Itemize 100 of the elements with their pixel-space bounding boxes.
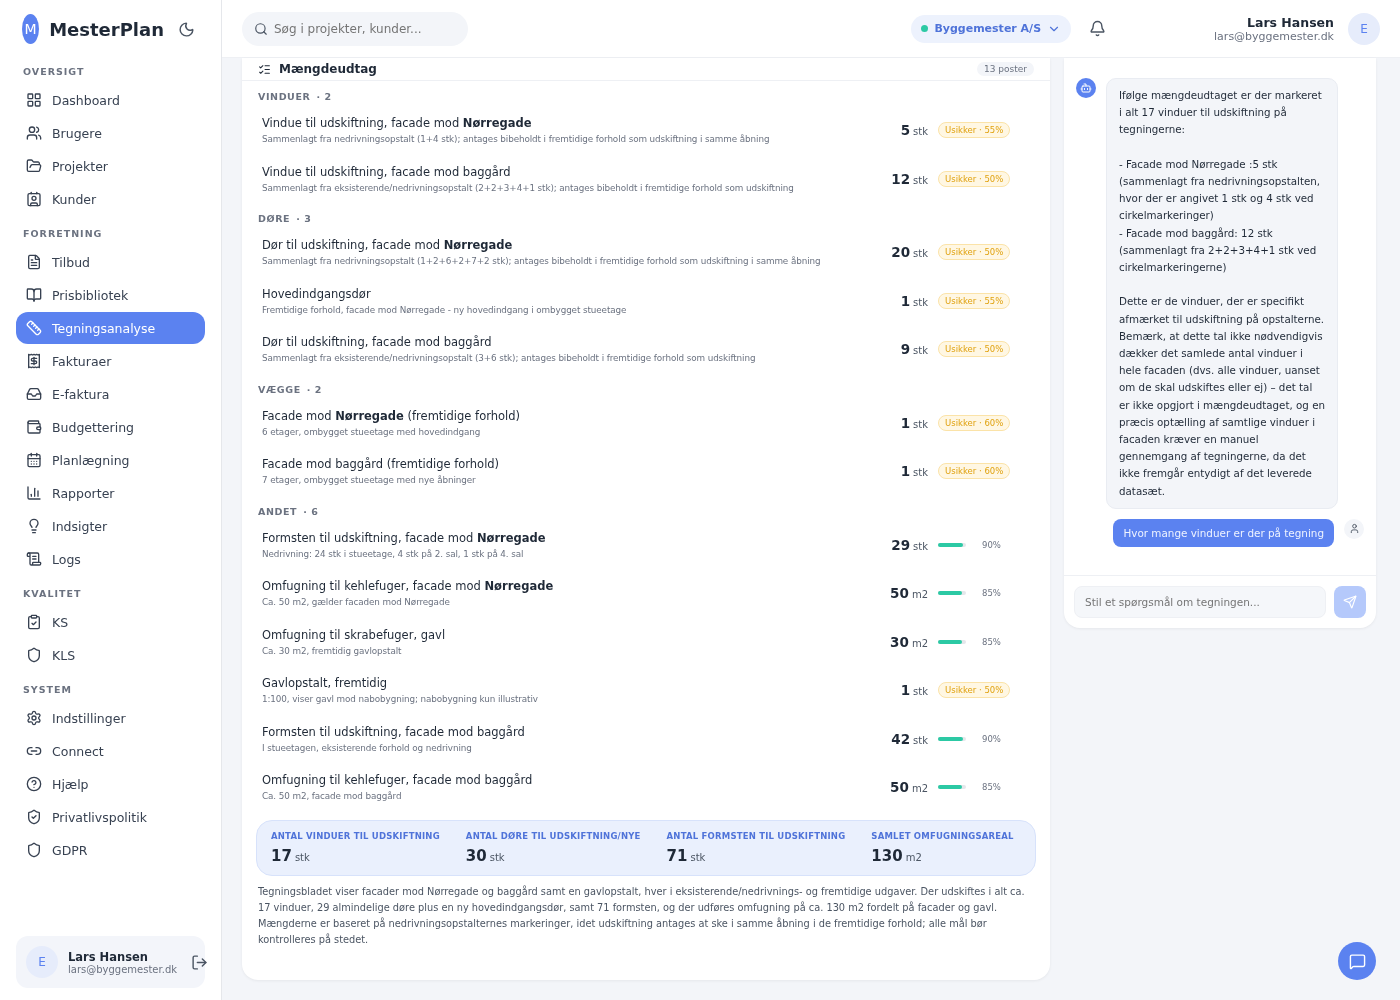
summary-label: ANTAL FORMSTEN TIL UDSKIFTNING <box>666 830 846 841</box>
confidence-percent: 85% <box>982 588 1001 599</box>
user-message: Hvor mange vinduer er der på tegning <box>1113 518 1334 547</box>
shield-icon <box>26 842 42 858</box>
group-count: · 6 <box>303 505 319 517</box>
clipboard-check-icon <box>26 614 42 630</box>
item-note: Ca. 50 m2, facade mod baggård <box>262 791 403 802</box>
item-title: Facade mod baggård (fremtidige forhold) <box>262 457 501 472</box>
nav-item[interactable]: Privatlivspolitik <box>16 801 205 833</box>
quantity: 50 <box>890 779 909 796</box>
send-icon <box>1343 595 1357 609</box>
nav-item[interactable]: Prisbibliotek <box>16 279 205 311</box>
item-title: Vindue til udskiftning, facade mod Nørregade <box>262 116 533 131</box>
quantity: 1 <box>900 463 911 480</box>
brand-name: MesterPlan <box>49 18 164 40</box>
nav-item[interactable]: GDPR <box>16 834 205 866</box>
uncertain-badge: Usikker · 60% <box>938 414 1011 431</box>
receipt-icon <box>26 353 42 369</box>
chat-button[interactable] <box>1338 942 1376 980</box>
nav-item[interactable]: Dashboard <box>16 84 205 116</box>
bot-icon <box>1076 78 1096 98</box>
item-note: Ca. 30 m2, fremtidig gavlopstalt <box>262 645 403 656</box>
group-count: · 2 <box>306 383 323 395</box>
user-icon <box>1344 518 1364 539</box>
nav-item[interactable]: Indsigter <box>16 510 205 542</box>
nav-item[interactable]: Indstillinger <box>16 702 205 734</box>
item-note: Ca. 50 m2, gælder facaden mod Nørregade <box>262 597 451 608</box>
summary-value: 30 <box>465 846 487 865</box>
nav-item[interactable]: Budgettering <box>16 411 205 443</box>
status-dot <box>921 25 929 32</box>
item-title: Formsten til udskiftning, facade mod baggård <box>262 724 526 739</box>
summary-value: 17 <box>271 846 292 865</box>
item-title: Vindue til udskiftning, facade mod baggård <box>262 164 512 179</box>
nav-item[interactable]: Projekter <box>16 150 205 182</box>
summary-value: 130 <box>871 846 903 865</box>
nav-item[interactable]: Tegningsanalyse <box>16 312 205 344</box>
unit: stk <box>913 467 928 479</box>
item-title: Omfugning til kehlefuger, facade mod baggård <box>262 773 534 788</box>
scroll-icon <box>26 551 42 567</box>
item-note: 6 etager, ombygget stueetage med hovedindgang <box>262 426 482 437</box>
section-title: KVALITET <box>22 587 83 601</box>
nav-item[interactable]: Planlægning <box>16 444 205 476</box>
item-note: Sammenlagt fra eksisterende/nedrivningsopstalt (2+2+3+4+1 stk); antages bibeholdt i fremtidige forhold som udskiftning <box>262 182 795 193</box>
unit: stk <box>913 418 928 430</box>
shield-check-icon <box>26 809 42 825</box>
ruler-icon <box>26 320 42 336</box>
nav-item[interactable]: Rapporter <box>16 477 205 509</box>
unit: m2 <box>911 637 928 649</box>
nav-item[interactable]: Brugere <box>16 117 205 149</box>
nav-item[interactable]: E-faktura <box>16 378 205 410</box>
quantity: 12 <box>891 170 911 187</box>
item-title: Facade mod Nørregade (fremtidige forhold) <box>262 408 521 423</box>
quantity: 1 <box>900 682 911 699</box>
avatar: E <box>26 946 58 978</box>
chat-icon <box>1348 952 1366 970</box>
uncertain-badge: Usikker · 50% <box>938 170 1011 187</box>
item-note: Sammenlagt fra nedrivningsopstalt (1+4 stk); antages bibeholdt i fremtidige forhold som udskiftning i samme åbning <box>262 134 771 145</box>
item-note: Fremtidige forhold, facade mod Nørregade - ny hovedindgang i ombygget stueetage <box>262 304 628 315</box>
unit: stk <box>913 126 928 138</box>
quantity: 29 <box>891 536 911 553</box>
wallet-icon <box>26 419 42 435</box>
user-name: Lars Hansen <box>68 949 149 964</box>
unit: stk <box>489 851 505 863</box>
group-title: VÆGGE <box>258 383 301 395</box>
search-field[interactable]: Søg i projekter, kunder... <box>242 11 468 46</box>
unit: stk <box>913 248 928 260</box>
unit: stk <box>913 540 928 552</box>
quantity: 1 <box>900 414 911 431</box>
unit: stk <box>913 686 928 698</box>
quantity: 30 <box>890 633 909 650</box>
nav-item[interactable]: Fakturaer <box>16 345 205 377</box>
nav-item[interactable]: Hjælp <box>16 768 205 800</box>
company-selector[interactable]: Byggemester A/S <box>911 14 1072 43</box>
item-title: Omfugning til kehlefuger, facade mod Nørregade <box>262 579 555 594</box>
nav-item[interactable]: Kunder <box>16 183 205 215</box>
group-title: DØRE <box>258 213 291 224</box>
unit: m2 <box>911 783 928 795</box>
group-count: · 3 <box>296 213 312 224</box>
quantity: 42 <box>891 730 911 747</box>
user-email: lars@byggemester.dk <box>68 963 178 975</box>
item-title: Gavlopstalt, fremtidig <box>262 676 389 691</box>
list-check-icon <box>258 62 271 76</box>
description: Tegningsbladet viser facader mod Nørregade og baggård samt en gavlopstalt, hver i eksisterende/nedrivnings- og fremtidige udgaver. Der udskiftes i alt ca. 17 vinduer, 29 almindelige døre plus en ny hovedindgangsdør, samt 71 formsten, og der udføres omfugning på ca. 130 m2 fordelt på facader og gavl. Mængderne er baseret på nedrivningsopstalternes markeringer, idet udskiftning antages at ske i samme åbning i de fremtidige forhold; alle mål bør kontrolleres på stedet. <box>258 884 1026 947</box>
summary-label: SAMLET OMFUGNINGSAREAL <box>871 830 1014 841</box>
uncertain-badge: Usikker · 50% <box>938 341 1011 358</box>
nav-item[interactable]: KS <box>16 606 205 638</box>
nav-item[interactable]: Tilbud <box>16 246 205 278</box>
uncertain-badge: Usikker · 55% <box>938 122 1011 139</box>
nav-item[interactable]: KLS <box>16 639 205 671</box>
item-note: 1:100, viser gavl mod nabobygning; nabobygning kun illustrativ <box>262 694 539 705</box>
quantity: 5 <box>900 122 911 139</box>
user-name: Lars Hansen <box>1246 14 1334 30</box>
question-field[interactable]: Stil et spørgsmål om tegningen... <box>1074 586 1326 618</box>
section-title: SYSTEM <box>22 683 73 697</box>
bar-chart-icon <box>26 485 42 501</box>
nav-item[interactable]: Logs <box>16 543 205 575</box>
unit: stk <box>913 345 928 357</box>
section-title: FORRETNING <box>22 227 104 241</box>
item-note: 7 etager, ombygget stueetage med nye åbninger <box>262 475 477 486</box>
nav-item[interactable]: Connect <box>16 735 205 767</box>
